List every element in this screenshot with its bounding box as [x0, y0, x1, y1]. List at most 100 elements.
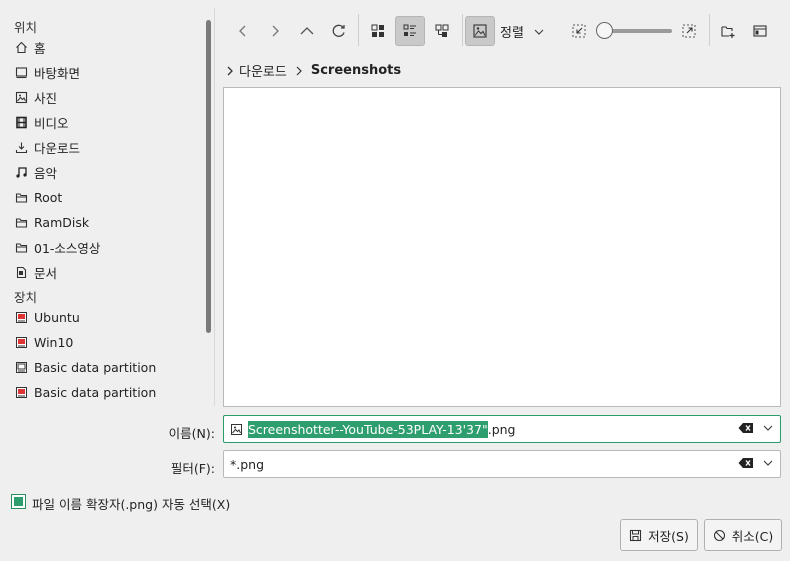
- pictures-icon: [14, 90, 28, 104]
- download-icon: [14, 140, 28, 154]
- name-field-label: 이름(N):: [168, 426, 215, 441]
- save-button-label: 저장(S): [648, 528, 689, 544]
- clear-text-icon[interactable]: [738, 422, 754, 434]
- toolbar-separator: [709, 14, 710, 46]
- sidebar-scrollbar[interactable]: [206, 20, 211, 333]
- detail-view-icon: [403, 24, 416, 36]
- file-list-view[interactable]: [223, 87, 781, 407]
- breadcrumb-item-current[interactable]: Screenshots: [311, 63, 401, 78]
- sidebar-item-music[interactable]: 음악: [14, 161, 194, 183]
- chevron-right-icon: [296, 66, 302, 75]
- sidebar-item-label: Basic data partition: [34, 359, 157, 375]
- breadcrumb: 다운로드 Screenshots: [225, 61, 401, 80]
- sort-label: 정렬: [500, 26, 524, 41]
- desktop-icon: [14, 65, 28, 79]
- zoom-out-button[interactable]: [564, 16, 594, 46]
- panel-icon: [753, 25, 767, 37]
- toolbar-separator: [462, 14, 463, 46]
- sidebar-item-label: 사진: [34, 90, 58, 106]
- sidebar-item-root[interactable]: Root: [14, 186, 194, 208]
- music-icon: [14, 165, 28, 179]
- detail-view-button[interactable]: [395, 16, 425, 46]
- sidebar-item-label: RamDisk: [34, 214, 90, 230]
- sidebar-item-label: 문서: [34, 265, 58, 281]
- tree-view-icon: [435, 24, 449, 37]
- forward-button[interactable]: [260, 16, 290, 46]
- zoom-in-icon: [682, 24, 696, 38]
- filename-extension-text: .png: [487, 421, 516, 437]
- breadcrumb-item-downloads[interactable]: 다운로드: [239, 61, 287, 80]
- sidebar-item-label: Basic data partition: [34, 384, 157, 400]
- zoom-out-icon: [572, 24, 586, 38]
- sidebar-item-label: Win10: [34, 334, 74, 350]
- sidebar-item-basic-data-partition-1[interactable]: Basic data partition: [14, 356, 194, 378]
- chevron-right-icon[interactable]: [225, 65, 235, 77]
- chevron-right-icon: [272, 25, 279, 37]
- sidebar-item-label: 바탕화면: [34, 65, 81, 81]
- tree-view-button[interactable]: [427, 16, 457, 46]
- sidebar-item-label: Root: [34, 189, 63, 205]
- parent-folder-button[interactable]: [292, 16, 322, 46]
- image-file-icon: [231, 423, 242, 435]
- cancel-button-label: 취소(C): [731, 528, 774, 544]
- places-sidebar: 위치 홈 바탕화면 사진 비디오 다운로드 음악 Root RamDisk 01…: [0, 0, 203, 405]
- sidebar-item-source-video[interactable]: 01-소스영상: [14, 236, 194, 258]
- zoom-in-button[interactable]: [674, 16, 704, 46]
- filename-input[interactable]: Screenshotter--YouTube-53PLAY-13'37" .png: [223, 415, 781, 443]
- devices-section-title: 장치: [14, 290, 38, 305]
- icon-view-button[interactable]: [363, 16, 393, 46]
- sidebar-item-label: 다운로드: [34, 140, 81, 156]
- grid-view-icon: [371, 24, 384, 37]
- folder-icon: [14, 215, 28, 229]
- drive-icon: [14, 385, 28, 399]
- filter-value: *.png: [230, 456, 265, 472]
- sidebar-item-pictures[interactable]: 사진: [14, 86, 194, 108]
- drive-icon: [14, 310, 28, 324]
- cancel-button[interactable]: 취소(C): [704, 519, 782, 551]
- sidebar-item-label: 홈: [34, 40, 46, 56]
- sidebar-item-downloads[interactable]: 다운로드: [14, 136, 194, 158]
- filter-combobox[interactable]: *.png: [223, 450, 781, 478]
- preview-toggle-button[interactable]: [465, 16, 495, 46]
- chevron-down-icon[interactable]: [762, 422, 774, 434]
- checkbox-checked-indicator: [14, 497, 23, 506]
- filter-field-label: 필터(F):: [170, 461, 215, 476]
- refresh-icon: [332, 24, 345, 37]
- filename-selected-text: Screenshotter--YouTube-53PLAY-13'37": [248, 420, 488, 438]
- sidebar-item-label: 음악: [34, 165, 58, 181]
- reload-button[interactable]: [324, 16, 354, 46]
- zoom-slider-handle[interactable]: [596, 22, 613, 39]
- sidebar-item-label: Ubuntu: [34, 309, 80, 325]
- sidebar-item-basic-data-partition-2[interactable]: Basic data partition: [14, 381, 194, 403]
- drive-icon: [14, 335, 28, 349]
- sidebar-item-documents[interactable]: 문서: [14, 261, 194, 283]
- options-button[interactable]: [745, 16, 775, 46]
- auto-extension-checkbox[interactable]: [11, 494, 26, 509]
- save-icon: [630, 529, 642, 541]
- save-button[interactable]: 저장(S): [620, 519, 698, 551]
- sidebar-item-desktop[interactable]: 바탕화면: [14, 61, 194, 83]
- chevron-down-icon[interactable]: [762, 457, 774, 469]
- sort-menu[interactable]: 정렬: [500, 22, 545, 41]
- sidebar-item-videos[interactable]: 비디오: [14, 111, 194, 133]
- chevron-down-icon: [534, 29, 544, 35]
- back-button[interactable]: [228, 16, 258, 46]
- sidebar-item-win10[interactable]: Win10: [14, 331, 194, 353]
- sidebar-item-ubuntu[interactable]: Ubuntu: [14, 306, 194, 328]
- sidebar-item-home[interactable]: 홈: [14, 36, 194, 58]
- chevron-left-icon: [239, 25, 246, 37]
- toolbar-separator: [358, 14, 359, 46]
- places-section-title: 위치: [14, 20, 38, 35]
- cancel-icon: [713, 529, 725, 541]
- new-folder-icon: [721, 26, 735, 38]
- home-icon: [14, 40, 28, 54]
- auto-extension-label[interactable]: 파일 이름 확장자(.png) 자동 선택(X): [32, 494, 230, 513]
- chevron-up-icon: [300, 27, 314, 35]
- image-preview-icon: [473, 24, 487, 38]
- sidebar-item-ramdisk[interactable]: RamDisk: [14, 211, 194, 233]
- clear-text-icon[interactable]: [738, 457, 754, 469]
- sidebar-divider: [214, 8, 215, 406]
- documents-icon: [14, 265, 28, 279]
- new-folder-button[interactable]: [713, 16, 743, 46]
- partition-icon: [14, 360, 28, 374]
